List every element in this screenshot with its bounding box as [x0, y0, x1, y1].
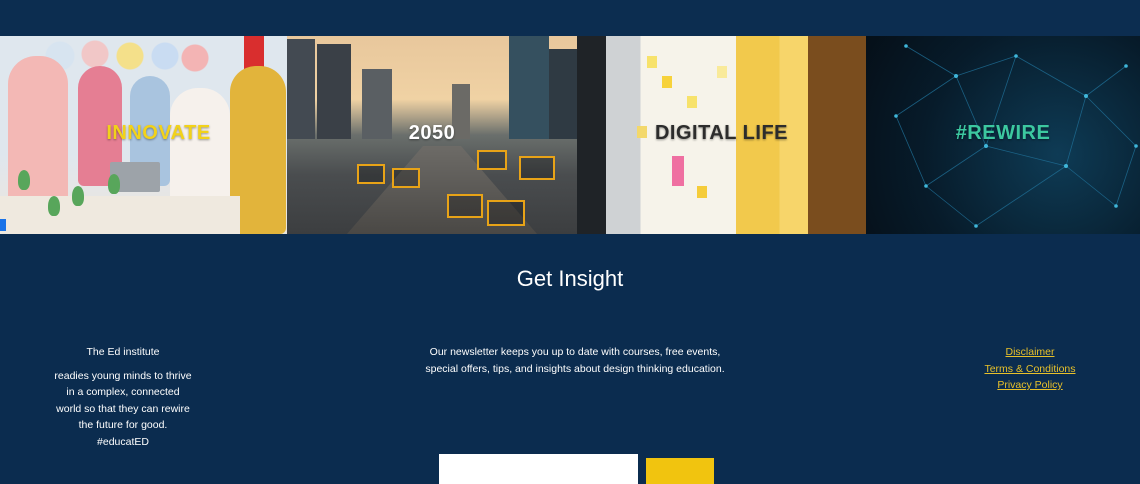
sticky-note [717, 66, 727, 78]
tree-model-icon [72, 186, 84, 206]
sticky-note [647, 56, 657, 68]
tile-innovate[interactable]: INNOVATE [0, 36, 287, 234]
sticky-note [672, 156, 684, 186]
feature-tiles: INNOVATE 2050 DIGITAL LIFE #REWIRE [0, 36, 1140, 234]
about-heading: The Ed institute [86, 346, 160, 358]
tree-model-icon [48, 196, 60, 216]
tree-model-icon [18, 170, 30, 190]
tree-model-icon [108, 174, 120, 194]
top-bar [0, 0, 1140, 36]
detection-box [519, 156, 555, 180]
table-image [0, 196, 240, 234]
detection-box [477, 150, 507, 170]
footer-links: Disclaimer Terms & Conditions Privacy Po… [970, 344, 1090, 394]
tile-label: DIGITAL LIFE [654, 122, 789, 144]
sticky-note [662, 76, 672, 88]
newsletter-text: Our newsletter keeps you up to date with… [425, 346, 725, 375]
terms-link[interactable]: Terms & Conditions [970, 361, 1090, 378]
detection-box [487, 200, 525, 226]
tile-label: 2050 [408, 122, 456, 144]
detection-box [447, 194, 483, 218]
sticky-note [697, 186, 707, 198]
tile-digital-life[interactable]: DIGITAL LIFE [577, 36, 866, 234]
tile-rewire[interactable]: #REWIRE [866, 36, 1140, 234]
sticky-note [687, 96, 697, 108]
about-body: readies young minds to thrive in a compl… [54, 369, 192, 448]
section-title: Get Insight [516, 266, 624, 291]
corner-badge-icon [0, 219, 6, 231]
subscribe-button[interactable] [646, 458, 714, 484]
privacy-link[interactable]: Privacy Policy [970, 377, 1090, 394]
tile-2050[interactable]: 2050 [287, 36, 577, 234]
detection-box [392, 168, 420, 188]
email-field[interactable] [439, 454, 638, 484]
about-text: The Ed institute readies young minds to … [53, 344, 193, 450]
tile-label: #REWIRE [955, 122, 1051, 144]
disclaimer-link[interactable]: Disclaimer [970, 344, 1090, 361]
tile-label: INNOVATE [106, 122, 211, 144]
detection-box [357, 164, 385, 184]
